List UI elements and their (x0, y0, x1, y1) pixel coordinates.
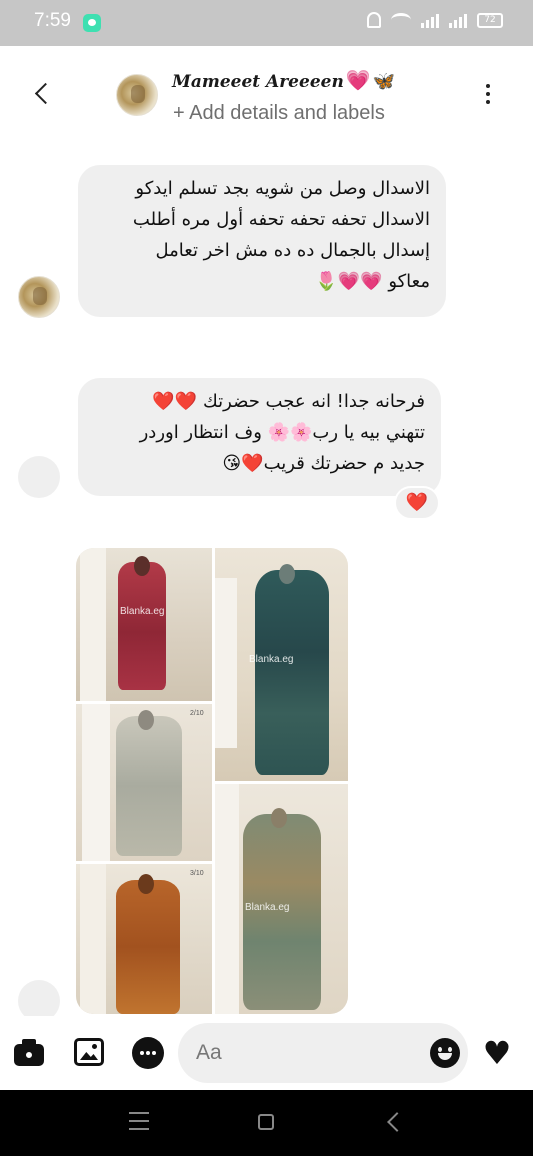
photo-page-label: 3/10 (190, 870, 204, 877)
chat-bubble-icon[interactable] (132, 1037, 164, 1069)
message-line: الاسدال وصل من شويه بجد تسلم ايدكو (135, 178, 430, 199)
heart-icon[interactable]: ♥ (481, 1037, 513, 1070)
back-triangle-icon[interactable] (386, 1112, 404, 1132)
message-input-container (178, 1023, 468, 1083)
photo-figure (116, 880, 180, 1014)
signal-icon (421, 12, 439, 28)
signal-icon (449, 12, 467, 28)
status-time: 7:59 (34, 10, 71, 31)
photo-curtain (215, 578, 237, 748)
more-options-button[interactable] (480, 84, 496, 110)
photo-figure-head (134, 556, 150, 576)
photo-tile[interactable]: Blanka.eg (215, 784, 348, 1014)
collage-divider (76, 701, 212, 704)
photo-figure-head (138, 874, 154, 894)
photo-tile[interactable]: 2/10 (76, 704, 212, 861)
photo-tile[interactable]: Blanka.eg (215, 548, 348, 781)
photo-watermark: Blanka.eg (245, 902, 290, 913)
message-bubble[interactable]: الاسدال وصل من شويه بجد تسلم ايدكو الاسد… (78, 165, 446, 317)
butterfly-emoji: 🦋 (372, 71, 396, 92)
image-collage[interactable]: Blanka.eg Blanka.eg 2/10 3/10 Blanka.eg (76, 548, 348, 1014)
contact-name[interactable]: Mameeet Areeeen 💗 🦋 (172, 68, 395, 92)
contact-name-text: Mameeet Areeeen (172, 72, 344, 92)
add-details-link[interactable]: + Add details and labels (173, 102, 385, 125)
contact-avatar[interactable] (116, 74, 158, 116)
home-icon[interactable] (258, 1114, 274, 1130)
notification-app-icon (83, 14, 101, 32)
photo-watermark: Blanka.eg (249, 654, 294, 665)
photo-figure-head (138, 710, 154, 730)
photo-figure (118, 562, 166, 690)
back-button[interactable] (28, 80, 58, 110)
wifi-icon (391, 13, 411, 27)
system-nav-bar (0, 1090, 533, 1156)
collage-divider (76, 861, 212, 864)
photo-curtain (82, 704, 110, 861)
photo-tile[interactable]: 3/10 (76, 864, 212, 1014)
more-vertical-icon (486, 84, 490, 88)
photo-watermark: Blanka.eg (120, 606, 165, 617)
pink-heart-emoji: 💗 (345, 68, 371, 92)
photo-curtain (215, 784, 239, 1014)
photo-figure-head (271, 808, 287, 828)
battery-icon: 72 (477, 12, 503, 28)
photo-tile[interactable]: Blanka.eg (76, 548, 212, 701)
message-line: معاكو 💗💗🌷 (315, 271, 430, 292)
photo-curtain (80, 864, 106, 1014)
chat-header: Mameeet Areeeen 💗 🦋 + Add details and labe… (0, 46, 533, 146)
photo-page-label: 2/10 (190, 710, 204, 717)
recents-icon[interactable] (129, 1112, 149, 1130)
message-line: إسدال بالجمال ده ده مش اخر تعامل (155, 240, 431, 261)
message-line: جديد م حضرتك قريب❤️😘 (222, 453, 425, 474)
message-composer: ♥ (0, 1016, 533, 1090)
status-icons: 72 (367, 12, 503, 28)
message-line: الاسدال تحفه تحفه تحفه أول مره أطلب (132, 209, 430, 230)
heart-reaction[interactable]: ❤️ (394, 486, 440, 520)
collage-divider (215, 781, 348, 784)
message-input[interactable] (196, 1037, 416, 1069)
message-line: تتهني بيه يا رب🌸🌸 وف انتظار اوردر (139, 422, 425, 443)
sender-avatar-placeholder (18, 456, 60, 498)
status-bar: 7:59 72 (0, 0, 533, 46)
photo-figure (255, 570, 329, 775)
message-bubble[interactable]: فرحانه جدا! انه عجب حضرتك ❤️❤️ تتهني بيه… (78, 378, 441, 496)
gallery-icon[interactable] (74, 1038, 104, 1066)
camera-button[interactable] (12, 1038, 46, 1068)
mute-bell-icon (367, 12, 381, 28)
chat-screen: 7:59 72 Mameeet Areeeen 💗 🦋 + Add details … (0, 0, 533, 1156)
emoji-icon[interactable] (430, 1038, 460, 1068)
message-line: فرحانه جدا! انه عجب حضرتك ❤️❤️ (152, 391, 425, 412)
photo-curtain (80, 548, 106, 701)
photo-figure (116, 716, 182, 856)
sender-avatar[interactable] (18, 276, 60, 318)
photo-figure-head (279, 564, 295, 584)
